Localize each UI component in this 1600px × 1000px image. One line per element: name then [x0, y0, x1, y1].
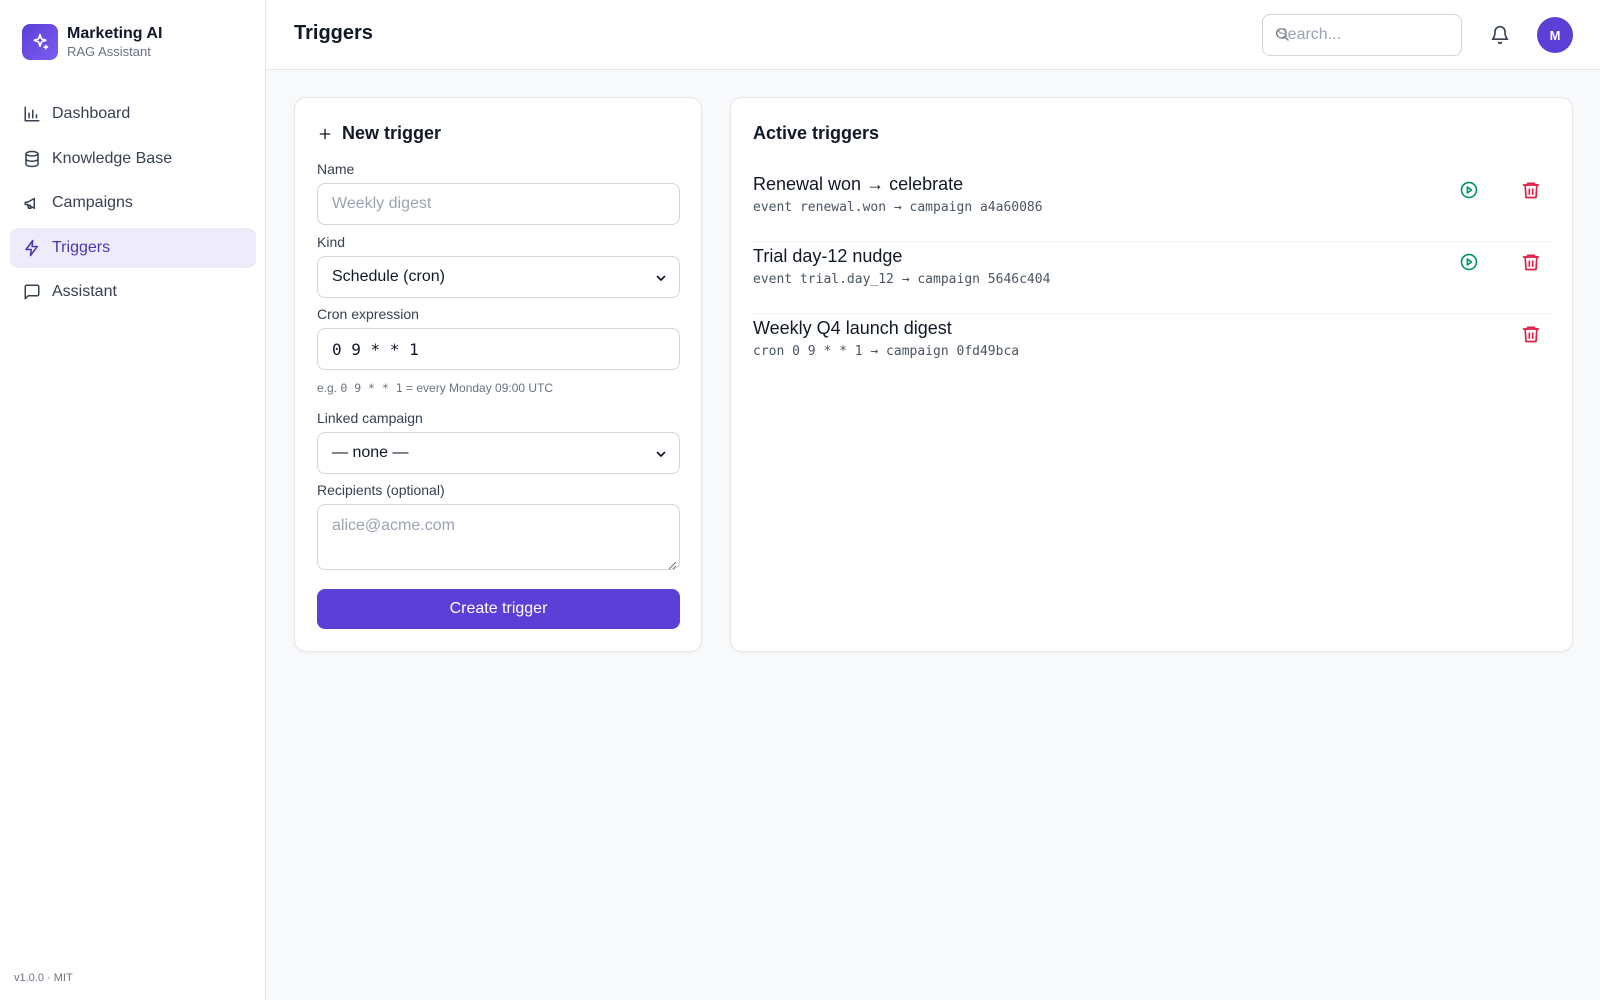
trigger-name: Trial day-12 nudge — [753, 246, 903, 266]
zap-icon — [23, 239, 41, 257]
sidebar-item-triggers[interactable]: Triggers — [10, 227, 256, 268]
sidebar-item-dashboard[interactable]: Dashboard — [10, 94, 256, 134]
new-trigger-card: New trigger Name Weekly digest Kind Sche… — [294, 97, 702, 652]
brand-name: Marketing AI — [67, 25, 163, 42]
brand[interactable]: Marketing AI RAG Assistant — [22, 24, 162, 60]
trigger-row: Trial day-12 nudge event trial.day_12 → … — [753, 242, 1552, 314]
hint-suffix: = every Monday 09:00 UTC — [406, 381, 554, 395]
trigger-meta: event renewal.won → campaign a4a60086 — [753, 200, 1043, 215]
sidebar-nav: Dashboard Knowledge Base Campaigns Trigg… — [10, 94, 256, 317]
version-label: v1.0.0 · MIT — [14, 972, 73, 984]
cron-value: 0 9 * * 1 — [332, 339, 419, 359]
play-icon[interactable] — [1459, 180, 1479, 200]
sidebar-item-label: Knowledge Base — [52, 149, 173, 167]
megaphone-icon — [23, 194, 41, 212]
campaign-label: Linked campaign — [317, 410, 423, 426]
trash-icon[interactable] — [1521, 252, 1541, 272]
campaign-selected-value: — none — — [332, 444, 409, 461]
sidebar-item-label: Campaigns — [52, 194, 133, 211]
campaign-select[interactable]: — none — — [317, 432, 680, 474]
trigger-list: Renewal won → celebrate event renewal.wo… — [753, 170, 1552, 386]
play-icon[interactable] — [1459, 252, 1479, 272]
trigger-name: Renewal won → celebrate — [753, 174, 964, 194]
avatar[interactable]: M — [1537, 17, 1573, 53]
trigger-meta: event trial.day_12 → campaign 5646c404 — [753, 272, 1051, 287]
kind-label: Kind — [317, 234, 346, 250]
sparkles-icon — [22, 24, 58, 60]
chevron-down-icon — [655, 271, 667, 283]
cron-hint: e.g. 0 9 * * 1 = every Monday 09:00 UTC — [317, 381, 553, 395]
top-bar: Triggers M — [267, 0, 1600, 70]
sidebar-item-label: Assistant — [52, 283, 117, 300]
chevron-down-icon — [655, 447, 667, 459]
resize-grip-icon[interactable] — [667, 557, 677, 570]
name-placeholder: Weekly digest — [332, 195, 432, 212]
search-input[interactable] — [1263, 15, 1461, 55]
kind-select[interactable]: Schedule (cron) — [317, 256, 680, 298]
message-square-icon — [23, 283, 41, 301]
sidebar: Marketing AI RAG Assistant Dashboard Kno… — [0, 0, 266, 1000]
database-icon — [23, 150, 41, 168]
name-input[interactable]: Weekly digest — [317, 183, 680, 225]
sidebar-item-assistant[interactable]: Assistant — [10, 272, 256, 312]
trigger-name: Weekly Q4 launch digest — [753, 318, 952, 338]
trigger-row: Renewal won → celebrate event renewal.wo… — [753, 170, 1552, 242]
recipients-label: Recipients (optional) — [317, 482, 445, 498]
sidebar-item-knowledge-base[interactable]: Knowledge Base — [10, 139, 256, 179]
recipients-textarea[interactable]: alice@acme.com — [317, 504, 680, 570]
recipients-placeholder: alice@acme.com — [332, 517, 455, 534]
trash-icon[interactable] — [1521, 324, 1541, 344]
plus-icon — [317, 126, 333, 142]
active-triggers-card: Active triggers Renewal won → celebrate … — [730, 97, 1573, 652]
cron-input[interactable]: 0 9 * * 1 — [317, 328, 680, 370]
active-triggers-title: Active triggers — [753, 123, 880, 143]
new-trigger-heading: New trigger — [317, 123, 441, 144]
trash-icon[interactable] — [1521, 180, 1541, 200]
sidebar-item-campaigns[interactable]: Campaigns — [10, 183, 256, 223]
new-trigger-title: New trigger — [342, 123, 442, 143]
trigger-row: Weekly Q4 launch digest cron 0 9 * * 1 →… — [753, 314, 1552, 386]
sidebar-item-label: Triggers — [52, 238, 111, 256]
name-label: Name — [317, 161, 355, 177]
create-trigger-button[interactable]: Create trigger — [317, 589, 680, 629]
sidebar-item-label: Dashboard — [52, 105, 131, 122]
hint-code: 0 9 * * 1 — [340, 381, 403, 395]
kind-selected-value: Schedule (cron) — [332, 268, 445, 285]
search-box[interactable] — [1262, 14, 1462, 56]
page-title: Triggers — [294, 22, 373, 44]
brand-subtitle: RAG Assistant — [67, 44, 151, 59]
bar-chart-icon — [23, 105, 41, 123]
trigger-meta: cron 0 9 * * 1 → campaign 0fd49bca — [753, 344, 1020, 359]
cron-label: Cron expression — [317, 306, 419, 322]
bell-icon[interactable] — [1490, 25, 1510, 45]
hint-prefix: e.g. — [317, 381, 338, 395]
